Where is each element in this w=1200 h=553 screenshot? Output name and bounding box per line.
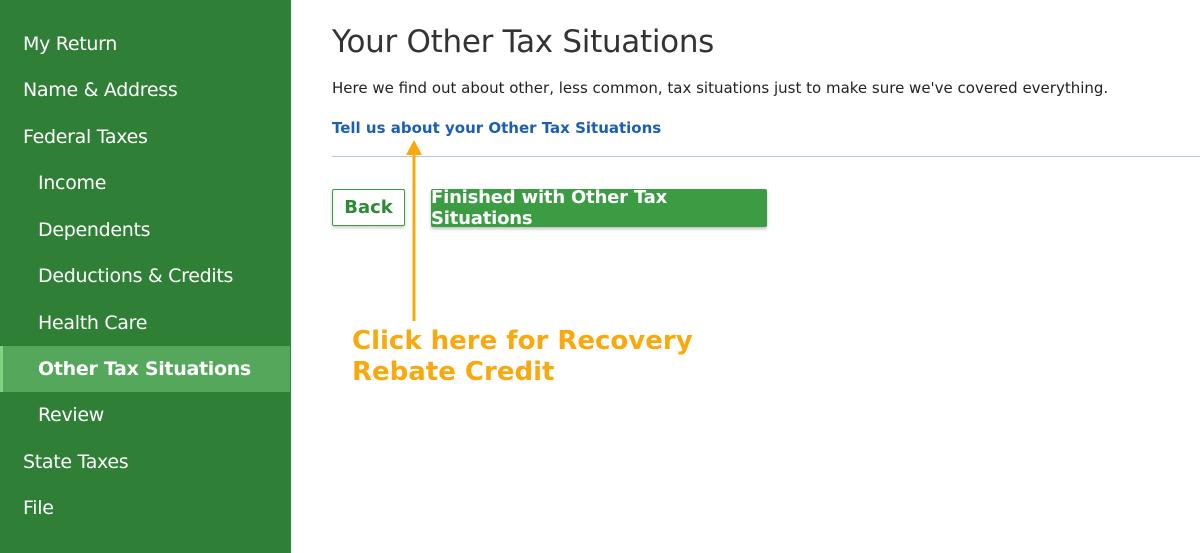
sidebar-item-federal-taxes[interactable]: Federal Taxes	[0, 114, 290, 160]
annotation-text: Click here for Recovery Rebate Credit	[352, 326, 693, 387]
sidebar-item-income[interactable]: Income	[0, 160, 290, 206]
sidebar-item-dependents[interactable]: Dependents	[0, 207, 290, 253]
sidebar-item-review[interactable]: Review	[0, 392, 290, 438]
finished-button[interactable]: Finished with Other Tax Situations	[431, 187, 767, 229]
annotation-arrow-icon	[406, 140, 422, 321]
back-button[interactable]: Back	[332, 189, 405, 226]
sidebar-item-state-taxes[interactable]: State Taxes	[0, 439, 290, 485]
page-title: Your Other Tax Situations	[332, 24, 715, 60]
sidebar-item-deductions-credits[interactable]: Deductions & Credits	[0, 253, 290, 299]
sidebar-item-other-tax-situations[interactable]: Other Tax Situations	[0, 346, 290, 392]
other-tax-situations-link[interactable]: Tell us about your Other Tax Situations	[332, 119, 661, 137]
sidebar-item-my-return[interactable]: My Return	[0, 21, 290, 67]
divider	[332, 156, 1200, 157]
sidebar-item-file[interactable]: File	[0, 485, 290, 531]
page-description: Here we find out about other, less commo…	[332, 79, 1109, 97]
sidebar-item-name-address[interactable]: Name & Address	[0, 67, 290, 113]
sidebar-nav: My Return Name & Address Federal Taxes I…	[0, 0, 290, 553]
sidebar-divider	[290, 0, 291, 553]
sidebar-item-health-care[interactable]: Health Care	[0, 300, 290, 346]
